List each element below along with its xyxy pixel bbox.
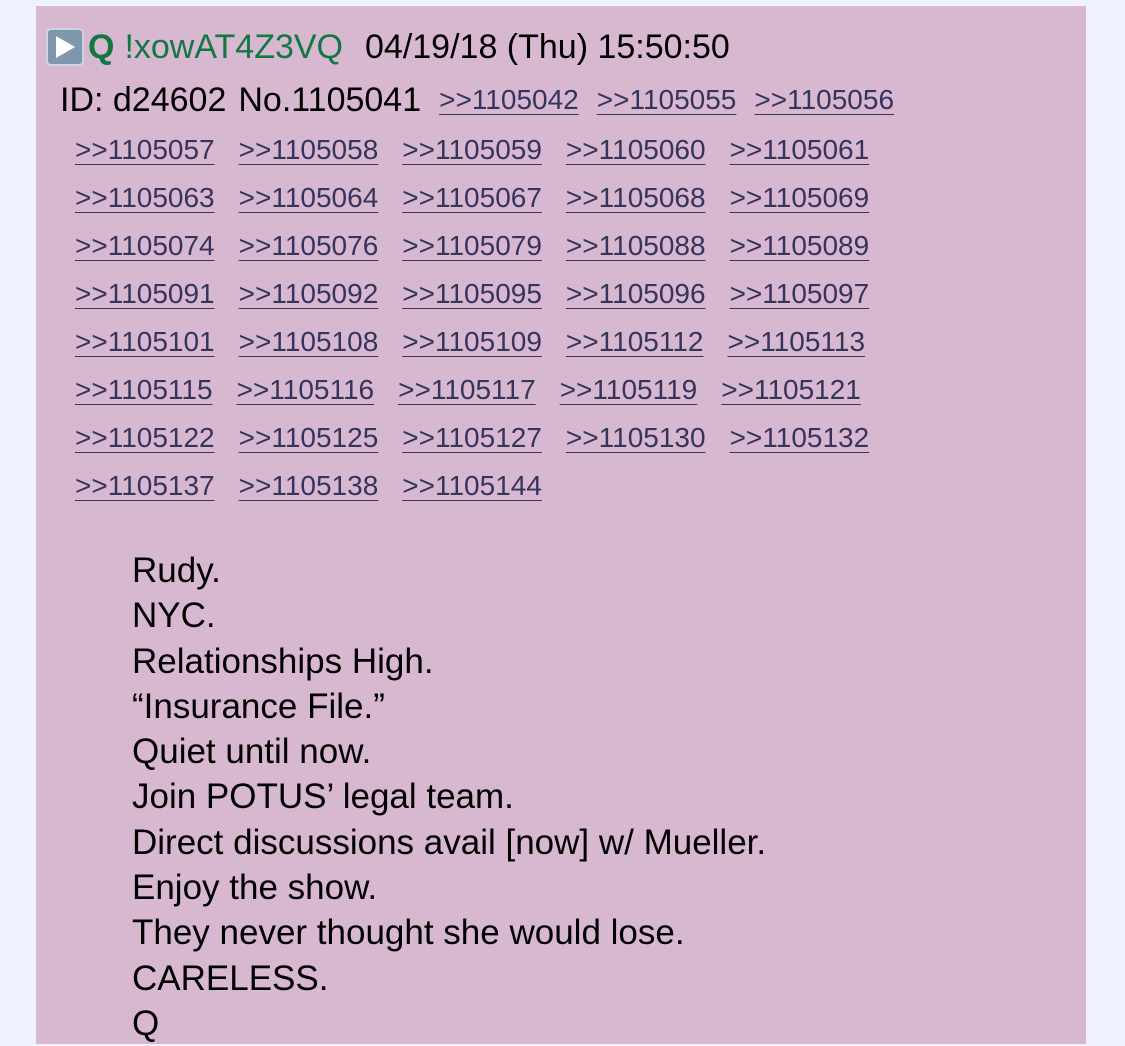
reply-link[interactable]: >>1105116	[237, 374, 375, 406]
reply-link[interactable]: >>1105061	[730, 134, 870, 166]
post-header: Q !xowAT4Z3VQ 04/19/18 (Thu) 15:50:50	[46, 24, 730, 70]
reply-link[interactable]: >>1105097	[730, 278, 870, 310]
reply-link[interactable]: >>1105076	[239, 230, 379, 262]
post-datetime: 04/19/18 (Thu) 15:50:50	[365, 27, 730, 66]
poster-id: ID: d24602	[60, 80, 227, 119]
message-line: Relationships High.	[132, 641, 434, 681]
reply-row: >>1105101 >>1105108 >>1105109 >>1105112 …	[75, 318, 955, 366]
reply-link[interactable]: >>1105144	[402, 470, 542, 502]
reply-link[interactable]: >>1105115	[75, 374, 213, 406]
post-container: Q !xowAT4Z3VQ 04/19/18 (Thu) 15:50:50 ID…	[36, 6, 1086, 1044]
reply-link[interactable]: >>1105088	[566, 230, 706, 262]
reply-link[interactable]: >>1105091	[75, 278, 215, 310]
reply-link[interactable]: >>1105130	[566, 422, 706, 454]
reply-row: >>1105115 >>1105116 >>1105117 >>1105119 …	[75, 366, 955, 414]
reply-link[interactable]: >>1105095	[402, 278, 542, 310]
reply-link[interactable]: >>1105119	[560, 374, 698, 406]
reply-link[interactable]: >>1105057	[75, 134, 215, 166]
reply-link[interactable]: >>1105042	[439, 84, 579, 116]
message-line: Join POTUS’ legal team.	[132, 777, 514, 817]
poster-name: Q	[88, 27, 115, 66]
play-triangle-icon[interactable]	[46, 28, 84, 66]
reply-row: >>1105057 >>1105058 >>1105059 >>1105060 …	[75, 126, 955, 174]
reply-link[interactable]: >>1105127	[402, 422, 542, 454]
reply-row: >>1105122 >>1105125 >>1105127 >>1105130 …	[75, 414, 955, 462]
reply-link[interactable]: >>1105096	[566, 278, 706, 310]
message-signature: Q	[132, 1003, 160, 1043]
reply-link[interactable]: >>1105067	[402, 182, 542, 214]
post-number[interactable]: No.1105041	[238, 81, 421, 120]
reply-row: >>1105074 >>1105076 >>1105079 >>1105088 …	[75, 222, 955, 270]
reply-links: >>1105057 >>1105058 >>1105059 >>1105060 …	[75, 126, 955, 510]
reply-link[interactable]: >>1105117	[398, 374, 536, 406]
reply-link[interactable]: >>1105108	[239, 326, 379, 358]
post-id-line: ID: d24602 No.1105041 >>1105042 >>110505…	[60, 76, 894, 124]
reply-link[interactable]: >>1105092	[239, 278, 379, 310]
reply-link[interactable]: >>1105113	[727, 326, 865, 358]
reply-link[interactable]: >>1105079	[402, 230, 542, 262]
message-line: NYC.	[132, 596, 216, 636]
reply-link[interactable]: >>1105122	[75, 422, 215, 454]
tripcode: !xowAT4Z3VQ	[124, 27, 343, 66]
reply-link[interactable]: >>1105121	[721, 374, 861, 406]
reply-link[interactable]: >>1105112	[566, 326, 704, 358]
reply-link[interactable]: >>1105138	[239, 470, 379, 502]
message-line: “Insurance File.”	[132, 686, 385, 726]
reply-row: >>1105091 >>1105092 >>1105095 >>1105096 …	[75, 270, 955, 318]
reply-link[interactable]: >>1105101	[75, 326, 215, 358]
reply-link[interactable]: >>1105060	[566, 134, 706, 166]
reply-link[interactable]: >>1105125	[239, 422, 379, 454]
reply-link[interactable]: >>1105058	[239, 134, 379, 166]
reply-row: >>1105063 >>1105064 >>1105067 >>1105068 …	[75, 174, 955, 222]
reply-link[interactable]: >>1105137	[75, 470, 215, 502]
message-line: CARELESS.	[132, 958, 329, 998]
reply-row: >>1105137 >>1105138 >>1105144	[75, 462, 955, 510]
post-message: Rudy. NYC. Relationships High. “Insuranc…	[132, 548, 766, 1046]
reply-link[interactable]: >>1105055	[597, 84, 737, 116]
message-line: Quiet until now.	[132, 732, 372, 772]
message-line: Direct discussions avail [now] w/ Muelle…	[132, 822, 767, 862]
message-line: Rudy.	[132, 551, 221, 590]
reply-link[interactable]: >>1105056	[754, 84, 894, 116]
message-line: They never thought she would lose.	[132, 913, 685, 953]
message-line: Enjoy the show.	[132, 868, 378, 908]
reply-link[interactable]: >>1105059	[402, 134, 542, 166]
reply-link[interactable]: >>1105068	[566, 182, 706, 214]
reply-link[interactable]: >>1105064	[239, 182, 379, 214]
reply-link[interactable]: >>1105074	[75, 230, 215, 262]
reply-link[interactable]: >>1105089	[730, 230, 870, 262]
reply-link[interactable]: >>1105063	[75, 182, 215, 214]
reply-link[interactable]: >>1105109	[402, 326, 542, 358]
reply-link[interactable]: >>1105069	[730, 182, 870, 214]
reply-link[interactable]: >>1105132	[730, 422, 870, 454]
